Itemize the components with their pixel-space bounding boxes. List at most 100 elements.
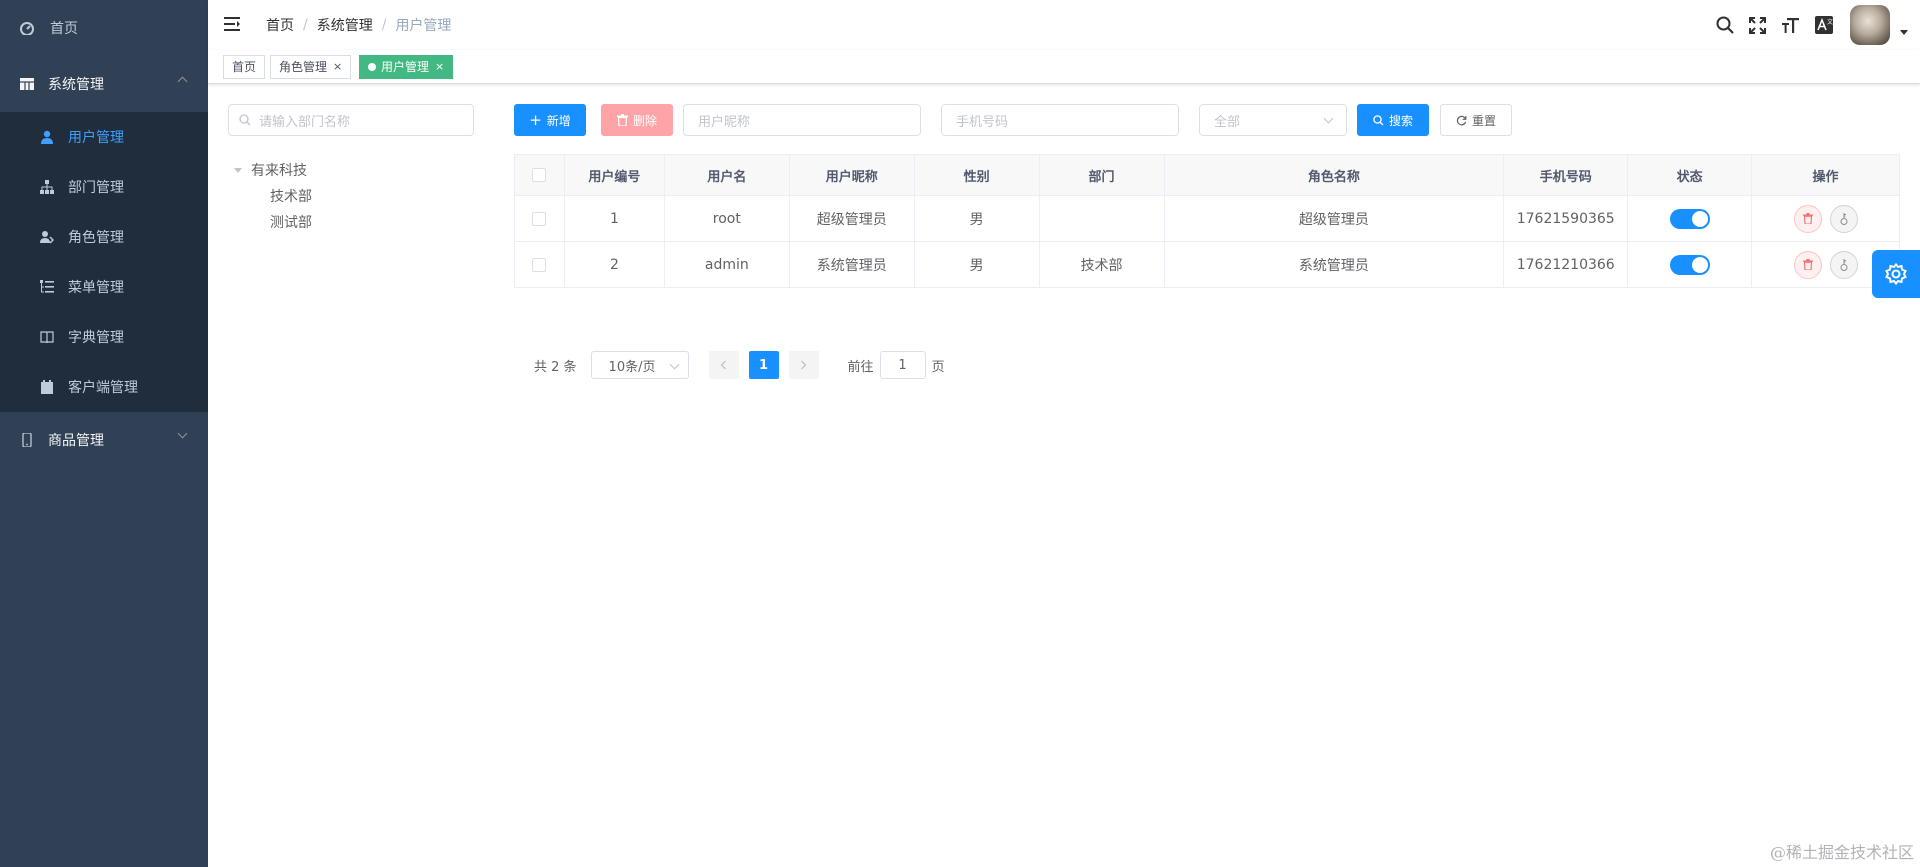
mobile-input[interactable]: 手机号码	[941, 104, 1179, 136]
dept-search-input[interactable]: 请输入部门名称	[228, 104, 474, 136]
sidebar-group-goods[interactable]: 商品管理	[0, 412, 208, 468]
tag-roles[interactable]: 角色管理 ×	[270, 55, 352, 79]
next-page-button[interactable]	[788, 351, 819, 379]
sidebar-group-label: 商品管理	[48, 433, 104, 449]
table-row[interactable]: 2 admin 系统管理员 男 技术部 系统管理员 17621210366	[515, 242, 1900, 288]
search-icon[interactable]	[1708, 0, 1741, 50]
hamburger-icon[interactable]	[224, 16, 242, 32]
row-checkbox[interactable]	[532, 257, 547, 272]
chevron-down-icon	[177, 428, 188, 439]
row-checkbox[interactable]	[532, 211, 547, 226]
table-row[interactable]: 1 root 超级管理员 男 超级管理员 17621590365	[515, 196, 1900, 242]
tag-label: 角色管理	[279, 60, 328, 74]
cell-dept	[1039, 196, 1165, 242]
tag-label: 首页	[232, 60, 257, 74]
tags-view: 首页 角色管理 × 用户管理 ×	[208, 50, 1920, 84]
reset-password-button[interactable]	[1829, 204, 1858, 233]
key-icon	[1839, 258, 1848, 271]
table-header-row: 用户编号 用户名 用户昵称 性别 部门 角色名称 手机号码 状态 操作	[515, 155, 1900, 196]
sidebar-item-label: 部门管理	[68, 180, 124, 196]
tag-users[interactable]: 用户管理 ×	[359, 55, 454, 79]
chevron-right-icon	[801, 360, 807, 370]
caret-down-icon[interactable]	[1900, 29, 1908, 35]
delete-row-button[interactable]	[1793, 204, 1822, 233]
key-icon	[1839, 212, 1848, 225]
search-button[interactable]: 搜索	[1357, 104, 1429, 136]
page-size-select[interactable]: 10条/页	[590, 351, 689, 379]
pagination: 共 2 条 10条/页 1 前往 1 页	[534, 351, 945, 379]
close-icon[interactable]: ×	[435, 56, 444, 78]
column-header[interactable]: 性别	[914, 155, 1040, 196]
system-submenu: 用户管理 部门管理 角色管理 菜单管理 字典管理 客户端管理	[0, 112, 208, 412]
prev-page-button[interactable]	[708, 351, 739, 379]
delete-row-button[interactable]	[1793, 250, 1822, 279]
column-header[interactable]: 用户昵称	[789, 155, 915, 196]
tree-node-root[interactable]: 有来科技	[234, 157, 312, 183]
breadcrumb-system[interactable]: 系统管理	[317, 15, 373, 35]
breadcrumb-home[interactable]: 首页	[266, 15, 294, 35]
sidebar-item-label: 用户管理	[68, 130, 124, 146]
reset-button[interactable]: 重置	[1440, 104, 1512, 136]
dashboard-icon	[20, 21, 34, 35]
column-header[interactable]: 用户编号	[564, 155, 665, 196]
goto-page-input[interactable]: 1	[879, 351, 926, 379]
tree-node-test[interactable]: 测试部	[234, 209, 312, 235]
menu-tree-icon	[40, 280, 54, 294]
sidebar-item-clients[interactable]: 客户端管理	[0, 362, 208, 412]
cell-dept: 技术部	[1039, 242, 1165, 288]
sidebar: 首页 系统管理 用户管理 部门管理 角色管理 菜单管理 字典管理 客户端管理 商…	[0, 0, 208, 867]
settings-button[interactable]	[1872, 250, 1920, 298]
select-all-checkbox[interactable]	[532, 168, 547, 182]
tree-node-tech[interactable]: 技术部	[234, 183, 312, 209]
column-header[interactable]: 操作	[1752, 155, 1900, 196]
select-all-cell	[515, 155, 565, 196]
tree-node-label: 有来科技	[251, 163, 307, 179]
add-button[interactable]: + 新增	[514, 104, 586, 136]
cell-mobile: 17621210366	[1504, 242, 1629, 288]
avatar[interactable]	[1850, 5, 1890, 45]
sidebar-group-system[interactable]: 系统管理	[0, 56, 208, 112]
nickname-input[interactable]: 用户昵称	[683, 104, 921, 136]
close-icon[interactable]: ×	[333, 56, 342, 78]
delete-button[interactable]: 删除	[601, 104, 673, 136]
status-toggle[interactable]	[1669, 254, 1710, 275]
sidebar-item-dicts[interactable]: 字典管理	[0, 312, 208, 362]
org-tree-icon	[40, 180, 54, 194]
status-toggle[interactable]	[1669, 208, 1710, 229]
column-header[interactable]: 角色名称	[1164, 155, 1505, 196]
tree-node-label: 测试部	[270, 215, 312, 231]
status-select[interactable]: 全部	[1199, 104, 1347, 136]
refresh-icon	[1456, 115, 1467, 125]
page-number[interactable]: 1	[748, 351, 779, 379]
dept-tree: 有来科技 技术部 测试部	[234, 157, 312, 235]
sidebar-item-users[interactable]: 用户管理	[0, 112, 208, 162]
sidebar-item-home[interactable]: 首页	[0, 0, 208, 56]
plus-icon: +	[529, 110, 542, 129]
sidebar-item-depts[interactable]: 部门管理	[0, 162, 208, 212]
pagination-total: 共 2 条	[534, 359, 577, 375]
grid-icon	[20, 77, 34, 91]
cell-id: 1	[564, 196, 665, 242]
user-icon	[40, 130, 54, 144]
caret-down-icon[interactable]	[234, 167, 242, 173]
font-size-icon[interactable]	[1774, 0, 1807, 50]
trash-icon	[1802, 259, 1813, 270]
column-header[interactable]: 用户名	[664, 155, 790, 196]
gear-icon	[1885, 263, 1907, 285]
sidebar-item-menus[interactable]: 菜单管理	[0, 262, 208, 312]
language-icon[interactable]: 文	[1807, 0, 1840, 50]
search-icon	[1373, 114, 1384, 125]
watermark: @稀土掘金技术社区	[1769, 843, 1914, 862]
dept-search-placeholder: 请输入部门名称	[259, 114, 351, 130]
column-header[interactable]: 手机号码	[1504, 155, 1629, 196]
tree-node-label: 技术部	[270, 189, 312, 205]
cell-username: root	[664, 196, 790, 242]
trash-icon	[616, 114, 628, 126]
tag-home[interactable]: 首页	[223, 55, 266, 79]
clipboard-icon	[40, 380, 54, 394]
column-header[interactable]: 状态	[1628, 155, 1753, 196]
fullscreen-icon[interactable]	[1741, 0, 1774, 50]
sidebar-item-roles[interactable]: 角色管理	[0, 212, 208, 262]
column-header[interactable]: 部门	[1039, 155, 1165, 196]
reset-password-button[interactable]	[1829, 250, 1858, 279]
